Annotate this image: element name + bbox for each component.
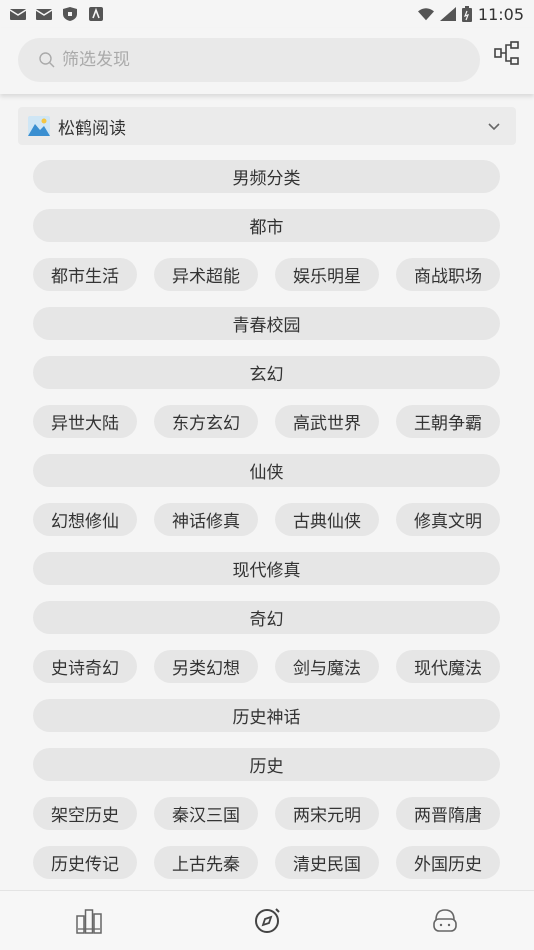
chevron-down-icon bbox=[488, 123, 500, 131]
category-tag[interactable]: 神话修真 bbox=[154, 503, 258, 536]
tag-row: 幻想修仙 神话修真 古典仙侠 修真文明 bbox=[33, 503, 500, 536]
tag-row: 奇幻 bbox=[33, 601, 500, 634]
category-tag[interactable]: 娱乐明星 bbox=[275, 258, 379, 291]
tag-row: 男频分类 bbox=[33, 160, 500, 193]
category-tag[interactable]: 现代修真 bbox=[33, 552, 500, 585]
header bbox=[0, 28, 534, 94]
discover-icon bbox=[255, 907, 280, 933]
tag-row: 都市生活 异术超能 娱乐明星 商战职场 bbox=[33, 258, 500, 291]
category-tag[interactable]: 都市 bbox=[33, 209, 500, 242]
tag-row: 玄幻 bbox=[33, 356, 500, 389]
category-tag[interactable]: 青春校园 bbox=[33, 307, 500, 340]
tag-row: 历史神话 bbox=[33, 699, 500, 732]
category-tag[interactable]: 奇幻 bbox=[33, 601, 500, 634]
category-tag[interactable]: 现代魔法 bbox=[396, 650, 500, 683]
category-tag[interactable]: 剑与魔法 bbox=[275, 650, 379, 683]
category-tag[interactable]: 商战职场 bbox=[396, 258, 500, 291]
filter-button[interactable] bbox=[494, 40, 520, 66]
flowchart-icon bbox=[494, 41, 519, 65]
nav-bookshelf[interactable] bbox=[59, 899, 119, 943]
category-tag[interactable]: 清史民国 bbox=[275, 846, 379, 879]
category-tag[interactable]: 玄幻 bbox=[33, 356, 500, 389]
category-tag[interactable]: 修真文明 bbox=[396, 503, 500, 536]
battery-icon bbox=[461, 6, 472, 22]
category-tag[interactable]: 都市生活 bbox=[33, 258, 137, 291]
category-tag[interactable]: 历史 bbox=[33, 748, 500, 781]
tag-row: 仙侠 bbox=[33, 454, 500, 487]
source-selector[interactable]: 松鹤阅读 bbox=[18, 107, 516, 145]
text-icon bbox=[89, 7, 103, 21]
tag-row: 都市 bbox=[33, 209, 500, 242]
category-tag[interactable]: 上古先秦 bbox=[154, 846, 258, 879]
status-left-icons bbox=[10, 7, 104, 21]
tag-row: 架空历史 秦汉三国 两宋元明 两晋隋唐 bbox=[33, 797, 500, 830]
mail-icon bbox=[36, 9, 52, 20]
source-name: 松鹤阅读 bbox=[58, 118, 126, 139]
category-tag[interactable]: 异世大陆 bbox=[33, 405, 137, 438]
status-bar: 11:05 bbox=[0, 0, 534, 28]
category-tag[interactable]: 王朝争霸 bbox=[396, 405, 500, 438]
profile-icon bbox=[433, 908, 457, 932]
bottom-nav bbox=[0, 890, 534, 950]
category-tag[interactable]: 历史神话 bbox=[33, 699, 500, 732]
category-tag[interactable]: 两宋元明 bbox=[275, 797, 379, 830]
category-tag[interactable]: 历史传记 bbox=[33, 846, 137, 879]
category-tag[interactable]: 男频分类 bbox=[33, 160, 500, 193]
source-logo-icon bbox=[28, 116, 50, 136]
tag-row: 青春校园 bbox=[33, 307, 500, 340]
bookshelf-icon bbox=[76, 908, 102, 934]
category-tags: 男频分类 都市 都市生活 异术超能 娱乐明星 商战职场 青春校园 玄幻 异世大陆 东方玄幻 高武世界… bbox=[33, 160, 500, 895]
wifi-icon bbox=[417, 8, 434, 21]
tag-row: 历史传记 上古先秦 清史民国 外国历史 bbox=[33, 846, 500, 879]
category-tag[interactable]: 异术超能 bbox=[154, 258, 258, 291]
tag-row: 现代修真 bbox=[33, 552, 500, 585]
search-box[interactable] bbox=[18, 38, 480, 82]
signal-icon bbox=[439, 7, 456, 21]
category-tag[interactable]: 东方玄幻 bbox=[154, 405, 258, 438]
category-tag[interactable]: 外国历史 bbox=[396, 846, 500, 879]
status-time: 11:05 bbox=[477, 4, 524, 24]
tag-row: 历史 bbox=[33, 748, 500, 781]
status-right: 11:05 bbox=[417, 4, 524, 24]
mail-icon bbox=[10, 9, 26, 20]
tag-row: 史诗奇幻 另类幻想 剑与魔法 现代魔法 bbox=[33, 650, 500, 683]
category-tag[interactable]: 高武世界 bbox=[275, 405, 379, 438]
tag-row: 异世大陆 东方玄幻 高武世界 王朝争霸 bbox=[33, 405, 500, 438]
category-tag[interactable]: 仙侠 bbox=[33, 454, 500, 487]
category-tag[interactable]: 史诗奇幻 bbox=[33, 650, 137, 683]
category-tag[interactable]: 秦汉三国 bbox=[154, 797, 258, 830]
nav-discover[interactable] bbox=[237, 899, 297, 943]
category-tag[interactable]: 古典仙侠 bbox=[275, 503, 379, 536]
category-tag[interactable]: 两晋隋唐 bbox=[396, 797, 500, 830]
search-icon bbox=[39, 52, 55, 68]
category-tag[interactable]: 架空历史 bbox=[33, 797, 137, 830]
nav-profile[interactable] bbox=[415, 899, 475, 943]
category-tag[interactable]: 另类幻想 bbox=[154, 650, 258, 683]
shield-icon bbox=[63, 7, 77, 21]
category-tag[interactable]: 幻想修仙 bbox=[33, 503, 137, 536]
search-input[interactable] bbox=[62, 50, 442, 70]
